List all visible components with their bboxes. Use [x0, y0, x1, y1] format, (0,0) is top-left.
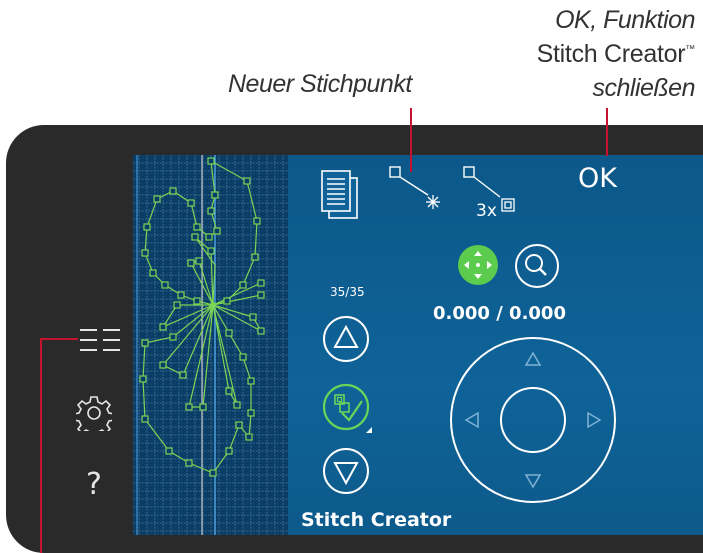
callout-new-stitch-point: Neuer Stichpunkt [228, 70, 412, 98]
settings-gear-icon[interactable] [73, 395, 115, 438]
leader-line-new-point [410, 108, 412, 172]
previous-stitch-button[interactable] [322, 315, 370, 363]
stitch-counter: 35/35 [330, 285, 365, 299]
leader-line-menu-vertical [40, 338, 42, 553]
help-icon[interactable]: ? [86, 467, 102, 502]
new-stitch-point-icon[interactable] [388, 165, 448, 215]
screen-title: Stitch Creator [301, 509, 452, 531]
directional-wheel[interactable] [448, 335, 618, 505]
callout-ok-line2: Stitch Creator™ [536, 40, 696, 69]
select-stitch-point-button[interactable] [322, 381, 378, 437]
triple-stitch-label: 3x [476, 201, 497, 221]
document-pages-icon[interactable] [320, 169, 360, 221]
stitch-grid[interactable] [133, 155, 288, 535]
callout-ok-line1: OK, Funktion [555, 6, 695, 34]
callout-ok-line2-text: Stitch Creator [536, 40, 686, 68]
leader-line-ok [606, 108, 608, 156]
callout-ok-line3: schließen [592, 74, 696, 102]
ok-button[interactable]: OK [578, 163, 617, 194]
next-stitch-button[interactable] [322, 447, 370, 495]
leader-line-menu-horizontal [40, 338, 78, 340]
menu-list-icon[interactable] [78, 325, 122, 355]
zoom-icon[interactable] [514, 243, 560, 289]
screen: 3x OK 35/35 0.000 / 0.000 Stitch Creator [133, 155, 703, 535]
device-frame: ? 3x OK 35/35 0.000 / 0.000 Stitch Creat… [6, 125, 703, 553]
coordinates-readout: 0.000 / 0.000 [433, 303, 566, 324]
move-icon[interactable] [456, 243, 500, 287]
control-pane: 3x OK 35/35 0.000 / 0.000 [288, 155, 703, 535]
trademark-mark: ™ [685, 44, 695, 55]
